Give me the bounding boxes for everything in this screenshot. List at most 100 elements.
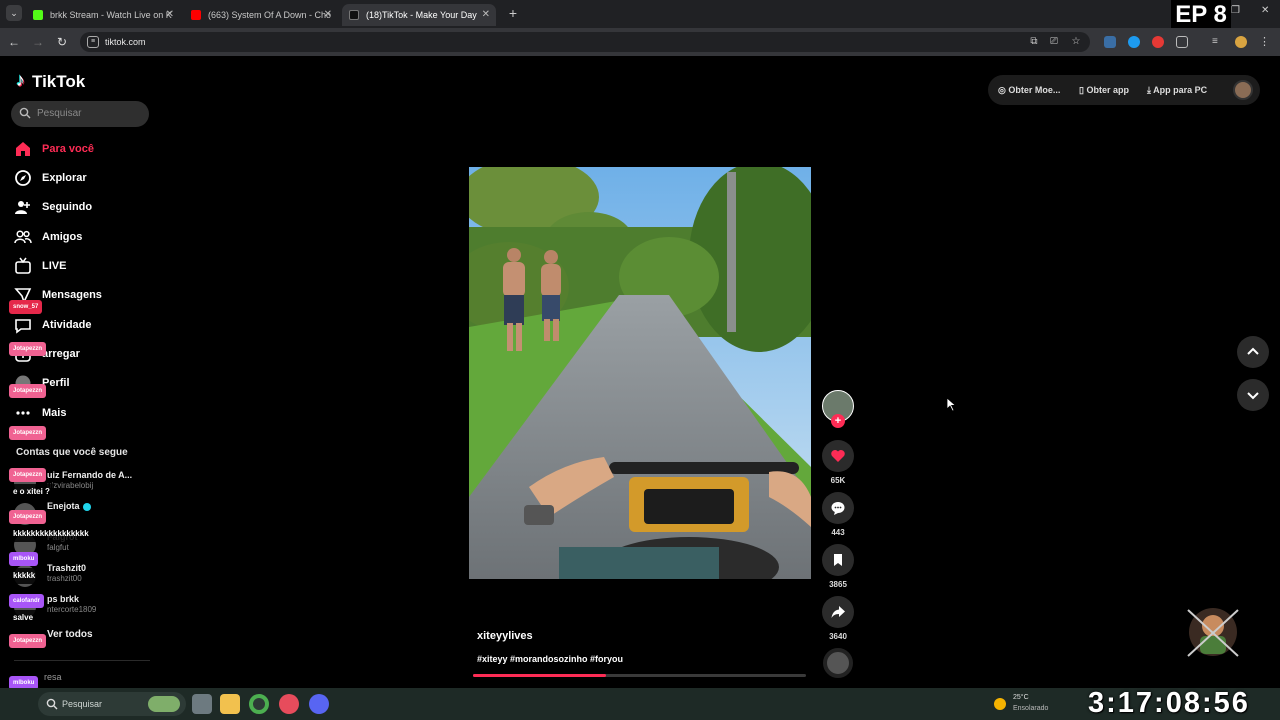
get-coins-label: Obter Moe... bbox=[1008, 85, 1061, 95]
sidebar-item-label: Explorar bbox=[42, 172, 87, 184]
chat-username-tag: Jotapezzn bbox=[9, 342, 47, 356]
account-name-text: Enejota bbox=[47, 501, 80, 511]
reload-button[interactable]: ↻ bbox=[54, 34, 70, 50]
next-video-button[interactable] bbox=[1237, 379, 1269, 411]
sidebar-item-label: Mensagens bbox=[42, 289, 102, 301]
close-tab-icon[interactable]: ✕ bbox=[324, 4, 332, 26]
share-icon bbox=[831, 606, 845, 618]
translate-icon[interactable]: ⧉ bbox=[1028, 36, 1040, 48]
new-tab-button[interactable]: + bbox=[505, 4, 521, 22]
youtube-favicon-icon bbox=[191, 10, 201, 20]
sidebar-item-activity[interactable]: Atividade bbox=[14, 314, 154, 336]
sidebar-item-following[interactable]: Seguindo bbox=[14, 196, 154, 218]
previous-video-button[interactable] bbox=[1237, 336, 1269, 368]
browser-tab-youtube[interactable]: (663) System Of A Down - Cho ✕ bbox=[184, 4, 338, 26]
pc-app-label: App para PC bbox=[1153, 85, 1208, 95]
sidebar-item-compass[interactable]: Explorar bbox=[14, 167, 154, 189]
file-explorer-icon[interactable] bbox=[220, 694, 240, 714]
pc-app-button[interactable]: ⤓ App para PC bbox=[1147, 75, 1207, 105]
site-info-icon[interactable]: ≡ bbox=[87, 36, 99, 48]
extension-icon[interactable] bbox=[1128, 36, 1140, 48]
video-hashtags[interactable]: #xiteyy #morandosozinho #foryou bbox=[477, 654, 623, 664]
account-username: ntercorte1809 bbox=[47, 605, 97, 614]
gordinho-tv-watermark bbox=[1148, 570, 1278, 690]
music-disc-icon[interactable] bbox=[823, 648, 853, 678]
verified-badge-icon bbox=[82, 502, 91, 511]
browser-tab-tiktok[interactable]: (18)TikTok - Make Your Day ✕ bbox=[342, 4, 496, 26]
weather-temperature: 25°C bbox=[1013, 694, 1029, 701]
account-name: ps brkk bbox=[47, 594, 79, 604]
like-button[interactable] bbox=[822, 440, 854, 472]
task-view-icon[interactable] bbox=[192, 694, 212, 714]
like-count: 65K bbox=[830, 476, 846, 485]
tiktok-favicon-icon bbox=[349, 10, 359, 20]
chat-message: e o xitei ? bbox=[9, 484, 54, 500]
sidebar-item-friends[interactable]: Amigos bbox=[14, 226, 154, 248]
sidebar-item-label: arregar bbox=[42, 348, 80, 360]
browser-tab-kick[interactable]: brkk Stream - Watch Live on K ✕ bbox=[26, 4, 180, 26]
search-input[interactable]: Pesquisar bbox=[11, 101, 149, 127]
media-control-icon[interactable]: ≡ bbox=[1212, 36, 1224, 48]
follow-button[interactable]: + bbox=[831, 414, 845, 428]
chevron-down-icon bbox=[1247, 392, 1259, 400]
bookmark-star-icon[interactable]: ☆ bbox=[1070, 36, 1082, 48]
app-icon[interactable] bbox=[279, 694, 299, 714]
account-name-text: uiz Fernando de A... bbox=[47, 470, 133, 480]
cast-icon[interactable]: ⎚ bbox=[1048, 36, 1060, 48]
browser-toolbar: ← → ↻ ≡ tiktok.com ⧉ ⎚ ☆ ≡ ⋮ bbox=[0, 28, 1280, 56]
chat-message: kkkkk bbox=[9, 568, 40, 584]
user-avatar[interactable] bbox=[1233, 80, 1253, 100]
see-all-link[interactable]: Ver todos bbox=[47, 629, 93, 640]
extensions-puzzle-icon[interactable] bbox=[1176, 36, 1188, 48]
browser-menu-icon[interactable]: ⋮ bbox=[1259, 36, 1271, 48]
back-button[interactable]: ← bbox=[6, 34, 22, 50]
chat-username-tag: Jotapezzn bbox=[9, 384, 47, 398]
tab-title: (18)TikTok - Make Your Day bbox=[366, 10, 477, 20]
sidebar-footer-link[interactable]: resa bbox=[44, 672, 62, 682]
sidebar-item-more[interactable]: Mais bbox=[14, 402, 154, 424]
following-section-title: Contas que você segue bbox=[16, 447, 128, 458]
header-actions: ◎ Obter Moe... ▯ Obter app ⤓ App para PC bbox=[988, 75, 1260, 105]
share-button[interactable] bbox=[822, 596, 854, 628]
close-window-icon[interactable]: ✕ bbox=[1261, 5, 1269, 16]
following-icon bbox=[15, 201, 30, 214]
address-bar[interactable]: ≡ tiktok.com ⧉ ⎚ ☆ bbox=[80, 32, 1090, 52]
video-username[interactable]: xiteyylives bbox=[477, 630, 533, 642]
close-tab-icon[interactable]: ✕ bbox=[166, 4, 174, 26]
extension-icon[interactable] bbox=[1104, 36, 1116, 48]
live-icon bbox=[15, 257, 31, 274]
sidebar-item-label: Mais bbox=[42, 407, 67, 419]
address-bar-url: tiktok.com bbox=[105, 37, 146, 47]
chrome-icon[interactable] bbox=[249, 694, 269, 714]
account-name-text: ps brkk bbox=[47, 594, 80, 604]
heart-icon bbox=[831, 450, 845, 462]
screen: ⌄ brkk Stream - Watch Live on K ✕ (663) … bbox=[0, 0, 1280, 720]
taskbar-search[interactable]: Pesquisar bbox=[38, 692, 186, 716]
activity-icon bbox=[15, 319, 31, 334]
chevron-up-icon bbox=[1247, 347, 1259, 355]
search-highlight-icon bbox=[148, 696, 180, 712]
extension-icon[interactable] bbox=[1152, 36, 1164, 48]
comment-icon bbox=[831, 502, 845, 515]
get-coins-button[interactable]: ◎ Obter Moe... bbox=[998, 75, 1060, 105]
sidebar-item-home[interactable]: Para você bbox=[14, 138, 154, 160]
more-icon bbox=[16, 411, 30, 415]
chat-message: salve bbox=[9, 610, 38, 626]
discord-icon[interactable] bbox=[309, 694, 329, 714]
video-progress-bar[interactable] bbox=[473, 674, 806, 677]
restore-window-icon[interactable]: ❐ bbox=[1231, 5, 1240, 16]
comment-button[interactable] bbox=[822, 492, 854, 524]
profile-avatar[interactable] bbox=[1235, 36, 1247, 48]
close-tab-icon[interactable]: ✕ bbox=[482, 4, 490, 26]
tab-search-button[interactable]: ⌄ bbox=[6, 5, 22, 21]
sidebar-item-label: Atividade bbox=[42, 319, 92, 331]
share-count: 3640 bbox=[829, 632, 847, 641]
sidebar-item-live[interactable]: LIVE bbox=[14, 255, 154, 277]
account-name-text: Trashzit0 bbox=[47, 563, 87, 573]
save-button[interactable] bbox=[822, 544, 854, 576]
video-player[interactable] bbox=[469, 167, 811, 579]
account-name: uiz Fernando de A... bbox=[47, 470, 132, 480]
account-username: trashzit00 bbox=[47, 574, 82, 583]
forward-button[interactable]: → bbox=[30, 34, 46, 50]
get-app-button[interactable]: ▯ Obter app bbox=[1079, 75, 1129, 105]
